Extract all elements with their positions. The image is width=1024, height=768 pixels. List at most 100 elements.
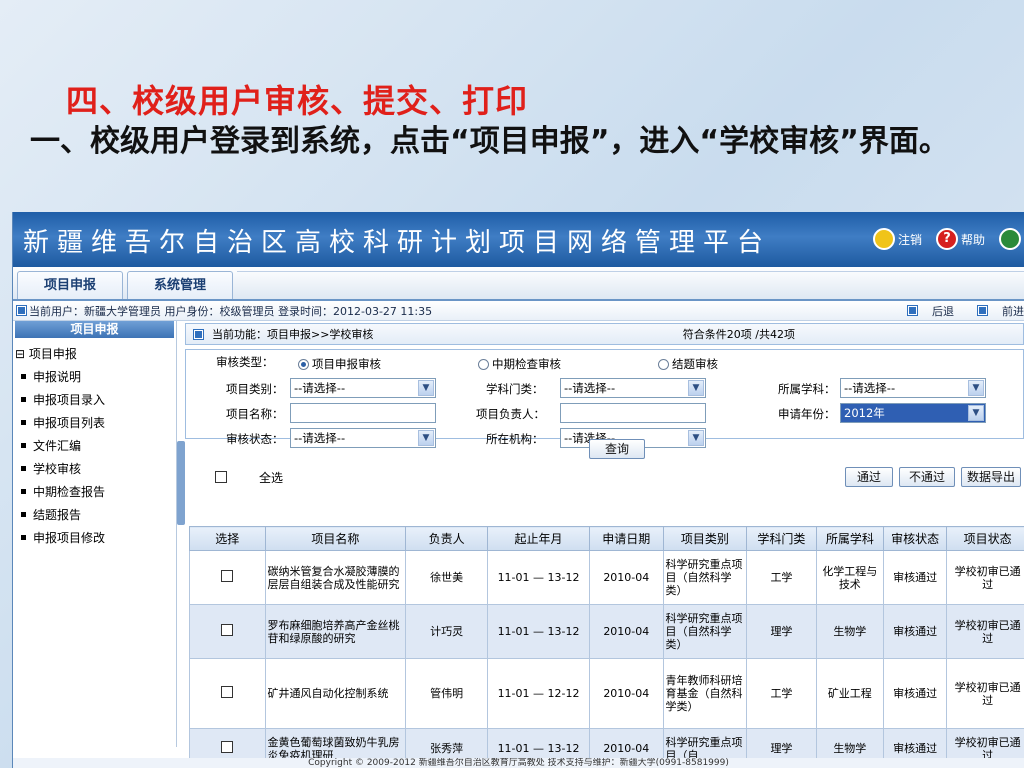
- table-cell: 11-01 — 12-12: [486, 658, 591, 729]
- table-cell: 工学: [746, 658, 817, 729]
- main-nav: 项目申报 系统管理: [13, 267, 1024, 301]
- table-cell: 生物学: [815, 604, 885, 659]
- export-button[interactable]: 数据导出: [961, 467, 1021, 487]
- table-cell: 审核通过: [882, 658, 948, 729]
- project-category-select[interactable]: --请选择-- ▼: [290, 378, 436, 398]
- column-header: 起止年月: [486, 526, 591, 551]
- radio-declare-review[interactable]: 项目申报审核: [298, 356, 381, 372]
- column-header: 选择: [189, 526, 266, 551]
- info-square-icon: [16, 305, 27, 316]
- row-select-cell: [189, 658, 266, 729]
- logout-label: 注销: [897, 232, 922, 247]
- table-cell: 11-01 — 13-12: [486, 550, 591, 605]
- discipline-select[interactable]: --请选择-- ▼: [560, 378, 706, 398]
- table-cell: 科学研究重点项目（自然科学类）: [662, 550, 748, 605]
- project-name-label: 项目名称：: [226, 407, 284, 421]
- table-cell: 罗布麻细胞培养高产金丝桃苷和绿原酸的研究: [264, 604, 407, 659]
- review-table: 选择 项目名称 负责人 起止年月 申请日期 项目类别 学科门类 所属学科 审核状态 项目状态 碳纳…: [189, 526, 1024, 768]
- row-checkbox[interactable]: [221, 741, 234, 753]
- select-all-label: 全选: [259, 471, 284, 485]
- row-select-cell: [189, 550, 266, 605]
- logout-link[interactable]: 注销: [872, 228, 922, 250]
- row-checkbox[interactable]: [221, 624, 234, 636]
- chevron-down-icon: ▼: [688, 380, 704, 396]
- sidebar-item-midterm-report[interactable]: 中期检查报告: [13, 480, 176, 503]
- table-cell: 化学工程与技术: [815, 550, 885, 605]
- sidebar-item-project-edit[interactable]: 申报项目修改: [13, 526, 176, 549]
- function-bar: 当前功能：项目申报>>学校审核 符合条件20项 /共42项: [185, 323, 1024, 345]
- table-row[interactable]: 罗布麻细胞培养高产金丝桃苷和绿原酸的研究 计巧灵 11-01 — 13-12 2010…: [189, 604, 1024, 659]
- status-label: 审核状态：: [226, 432, 284, 446]
- leader-label: 项目负责人：: [476, 407, 545, 421]
- user-info-bar: 当前用户：新疆大学管理员 用户身份：校级管理员 登录时间：2012-03-27 …: [13, 301, 1024, 321]
- column-header: 申请日期: [589, 526, 664, 551]
- pass-button[interactable]: 通过: [845, 467, 893, 487]
- help-link[interactable]: ? 帮助: [935, 228, 985, 250]
- column-header: 学科门类: [746, 526, 817, 551]
- table-cell: 计巧灵: [405, 604, 488, 659]
- row-select-cell: [189, 604, 266, 659]
- table-cell: 徐世美: [405, 550, 488, 605]
- table-row[interactable]: 碳纳米管复合水凝胶薄膜的层层自组装合成及性能研究 徐世美 11-01 — 13-12…: [189, 550, 1024, 605]
- project-name-input[interactable]: [290, 403, 436, 423]
- column-header: 负责人: [405, 526, 488, 551]
- back-icon: [907, 305, 918, 316]
- subject-select[interactable]: --请选择-- ▼: [840, 378, 986, 398]
- radio-midterm-review[interactable]: 中期检查审核: [478, 356, 561, 372]
- chevron-down-icon: ▼: [688, 430, 704, 446]
- help-label: 帮助: [960, 232, 985, 247]
- table-cell: 2010-04: [589, 658, 664, 729]
- table-cell: 管伟明: [405, 658, 488, 729]
- table-cell: 2010-04: [589, 550, 664, 605]
- org-label: 所在机构：: [486, 432, 544, 446]
- select-all-checkbox[interactable]: [215, 471, 227, 483]
- radio-selected-icon: [298, 358, 309, 370]
- table-cell: 2010-04: [589, 604, 664, 659]
- table-cell: 碳纳米管复合水凝胶薄膜的层层自组装合成及性能研究: [264, 550, 407, 605]
- table-cell: 青年教师科研培育基金（自然科学类）: [662, 658, 748, 729]
- column-header: 所属学科: [815, 526, 885, 551]
- table-row[interactable]: 矿井通风自动化控制系统 管伟明 11-01 — 12-12 2010-04 青年教师科研…: [189, 658, 1024, 729]
- function-icon: [193, 328, 204, 340]
- sidebar-item-documents[interactable]: 文件汇编: [13, 434, 176, 457]
- tab-system-management[interactable]: 系统管理: [127, 271, 234, 299]
- query-button[interactable]: 查询: [589, 439, 645, 459]
- fail-button[interactable]: 不通过: [899, 467, 955, 487]
- radio-icon: [658, 358, 669, 370]
- table-cell: 学校初审已通过: [946, 550, 1024, 605]
- tab-project-declare[interactable]: 项目申报: [17, 271, 124, 299]
- subject-label: 所属学科：: [778, 382, 836, 396]
- forward-button[interactable]: 前进: [966, 303, 1024, 319]
- table-cell: 工学: [746, 550, 817, 605]
- sidebar-item-final-report[interactable]: 结题报告: [13, 503, 176, 526]
- column-header: 审核状态: [882, 526, 948, 551]
- slide-subtitle: 一、校级用户登录到系统，点击“项目申报”，进入“学校审核”界面。: [30, 124, 949, 159]
- column-header: 项目状态: [946, 526, 1024, 551]
- back-button[interactable]: 后退: [896, 303, 954, 319]
- leader-input[interactable]: [560, 403, 706, 423]
- logout-icon: [872, 228, 895, 250]
- sidebar-item-instructions[interactable]: 申报说明: [13, 365, 176, 388]
- year-select[interactable]: 2012年 ▼: [840, 403, 986, 423]
- sidebar-item-project-entry[interactable]: 申报项目录入: [13, 388, 176, 411]
- column-header: 项目名称: [264, 526, 407, 551]
- chevron-down-icon: ▼: [968, 380, 984, 396]
- status-select[interactable]: --请选择-- ▼: [290, 428, 436, 448]
- sidebar-item-school-review[interactable]: 学校审核: [13, 457, 176, 480]
- sidebar-item-project-list[interactable]: 申报项目列表: [13, 411, 176, 434]
- sidebar: 项目申报 ⊟ 项目申报 申报说明 申报项目录入 申报项目列表 文件汇编 学校审核…: [13, 321, 185, 747]
- users-icon: [999, 228, 1021, 250]
- row-checkbox[interactable]: [221, 570, 234, 582]
- sidebar-group[interactable]: ⊟ 项目申报: [13, 342, 176, 365]
- table-cell: 审核通过: [882, 604, 948, 659]
- chevron-down-icon: ▼: [418, 430, 434, 446]
- row-checkbox[interactable]: [221, 686, 234, 698]
- user-link[interactable]: [999, 228, 1024, 250]
- radio-final-review[interactable]: 结题审核: [658, 356, 718, 372]
- table-cell: 科学研究重点项目（自然科学类）: [662, 604, 748, 659]
- table-cell: 学校初审已通过: [946, 604, 1024, 659]
- column-header: 项目类别: [662, 526, 748, 551]
- user-info-text: 当前用户：新疆大学管理员 用户身份：校级管理员 登录时间：2012-03-27 …: [29, 304, 433, 318]
- forward-icon: [977, 305, 988, 316]
- sidebar-header: 项目申报: [15, 321, 174, 338]
